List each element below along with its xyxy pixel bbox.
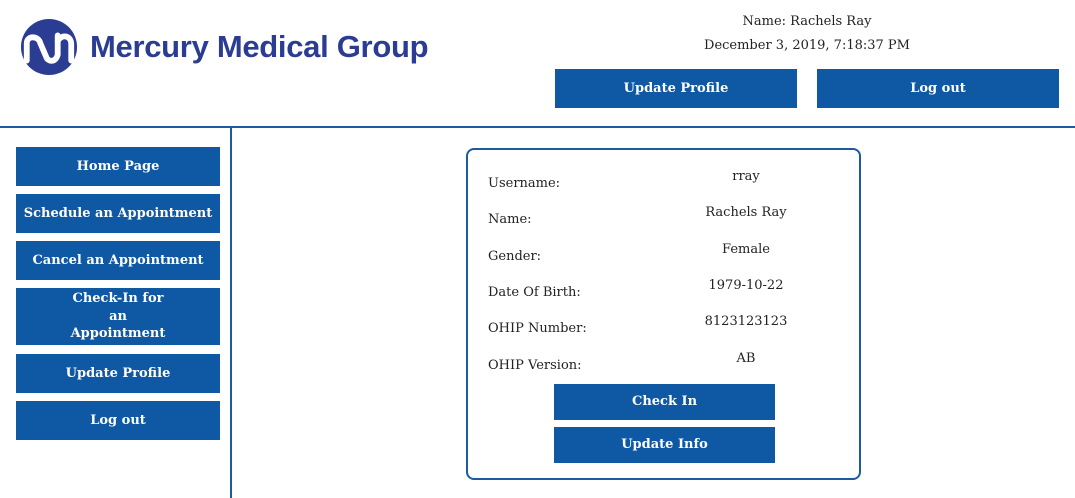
username-label: Username: (488, 176, 561, 191)
update-info-button[interactable]: Update Info (554, 427, 775, 463)
check-in-button[interactable]: Check In (554, 384, 775, 420)
sidebar-item-schedule-appointment[interactable]: Schedule an Appointment (16, 194, 220, 233)
date-of-birth-value: 1979-10-22 (708, 278, 784, 293)
sidebar-item-check-in[interactable]: Check-In for an Appointment (16, 288, 220, 345)
header-update-profile-button[interactable]: Update Profile (555, 69, 797, 108)
mercury-logo-icon (20, 18, 78, 76)
ohip-version-label: OHIP Version: (488, 358, 582, 373)
sidebar: Home Page Schedule an Appointment Cancel… (0, 128, 232, 498)
name-value: Rachels Ray (705, 205, 787, 220)
ohip-number-value: 8123123123 (704, 314, 788, 329)
ohip-number-label: OHIP Number: (488, 321, 587, 336)
datetime-text: December 3, 2019, 7:18:37 PM (704, 38, 910, 53)
date-of-birth-label: Date Of Birth: (488, 285, 581, 300)
ohip-version-value: AB (736, 351, 756, 366)
brand-logo[interactable]: Mercury Medical Group (20, 18, 429, 76)
name-label: Name: (488, 212, 532, 227)
brand-name: Mercury Medical Group (90, 29, 429, 64)
sidebar-item-home-page[interactable]: Home Page (16, 147, 220, 186)
gender-label: Gender: (488, 249, 542, 264)
user-name-text: Name: Rachels Ray (742, 14, 872, 29)
profile-card: Username: rray Name: Rachels Ray Gender:… (466, 148, 861, 480)
header: Mercury Medical Group Name: Rachels Ray … (0, 0, 1075, 128)
gender-value: Female (722, 242, 770, 257)
sidebar-item-logout[interactable]: Log out (16, 401, 220, 440)
header-logout-button[interactable]: Log out (817, 69, 1059, 108)
sidebar-item-cancel-appointment[interactable]: Cancel an Appointment (16, 241, 220, 280)
username-value: rray (732, 169, 760, 184)
sidebar-item-update-profile[interactable]: Update Profile (16, 354, 220, 393)
